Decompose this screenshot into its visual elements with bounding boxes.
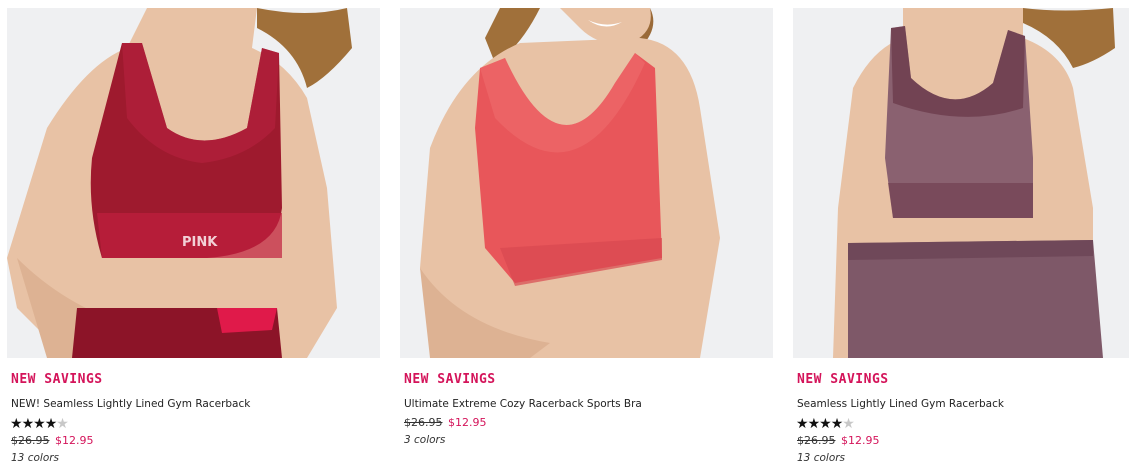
star-icon: ★ — [819, 415, 832, 431]
color-count: 3 colors — [404, 434, 446, 446]
star-icon: ★ — [44, 415, 58, 431]
product-name-link[interactable]: NEW! Seamless Lightly Lined Gym Racerbac… — [11, 397, 380, 411]
savings-badge: NEW SAVINGS — [404, 372, 496, 387]
savings-badge: NEW SAVINGS — [11, 372, 103, 387]
product-card[interactable]: PINK NEW SAVINGS NEW! Seamless Lightly L… — [7, 8, 380, 463]
logo-text: PINK — [182, 235, 218, 250]
sale-price: $12.95 — [55, 434, 94, 447]
sale-price: $12.95 — [841, 434, 880, 447]
star-empty-icon: ★ — [842, 415, 855, 431]
price: $26.95 $12.95 — [797, 433, 1129, 448]
color-count: 13 colors — [797, 452, 846, 463]
product-name-link[interactable]: Ultimate Extreme Cozy Racerback Sports B… — [404, 397, 773, 411]
original-price: $26.95 — [404, 416, 443, 429]
star-icon: ★ — [807, 415, 821, 431]
product-card[interactable]: NEW SAVINGS Ultimate Extreme Cozy Racerb… — [400, 8, 773, 447]
product-card[interactable]: NEW SAVINGS Seamless Lightly Lined Gym R… — [793, 8, 1129, 463]
savings-badge: NEW SAVINGS — [797, 372, 889, 387]
original-price: $26.95 — [797, 434, 836, 447]
star-rating: ★★★★★ — [796, 415, 1129, 431]
product-name-link[interactable]: Seamless Lightly Lined Gym Racerback — [797, 397, 1129, 411]
original-price: $26.95 — [11, 434, 50, 447]
star-rating: ★★★★★ — [10, 415, 380, 431]
product-image[interactable] — [400, 8, 773, 358]
product-grid: PINK NEW SAVINGS NEW! Seamless Lightly L… — [0, 0, 1129, 463]
price: $26.95 $12.95 — [404, 415, 773, 430]
product-image[interactable] — [793, 8, 1129, 358]
star-icon: ★ — [33, 415, 46, 431]
star-empty-icon: ★ — [56, 415, 69, 431]
star-icon: ★ — [796, 415, 809, 431]
star-icon: ★ — [21, 415, 35, 431]
star-icon: ★ — [10, 415, 23, 431]
sale-price: $12.95 — [448, 416, 487, 429]
price: $26.95 $12.95 — [11, 433, 380, 448]
color-count: 13 colors — [11, 452, 60, 463]
product-image[interactable]: PINK — [7, 8, 380, 358]
star-icon: ★ — [830, 415, 844, 431]
